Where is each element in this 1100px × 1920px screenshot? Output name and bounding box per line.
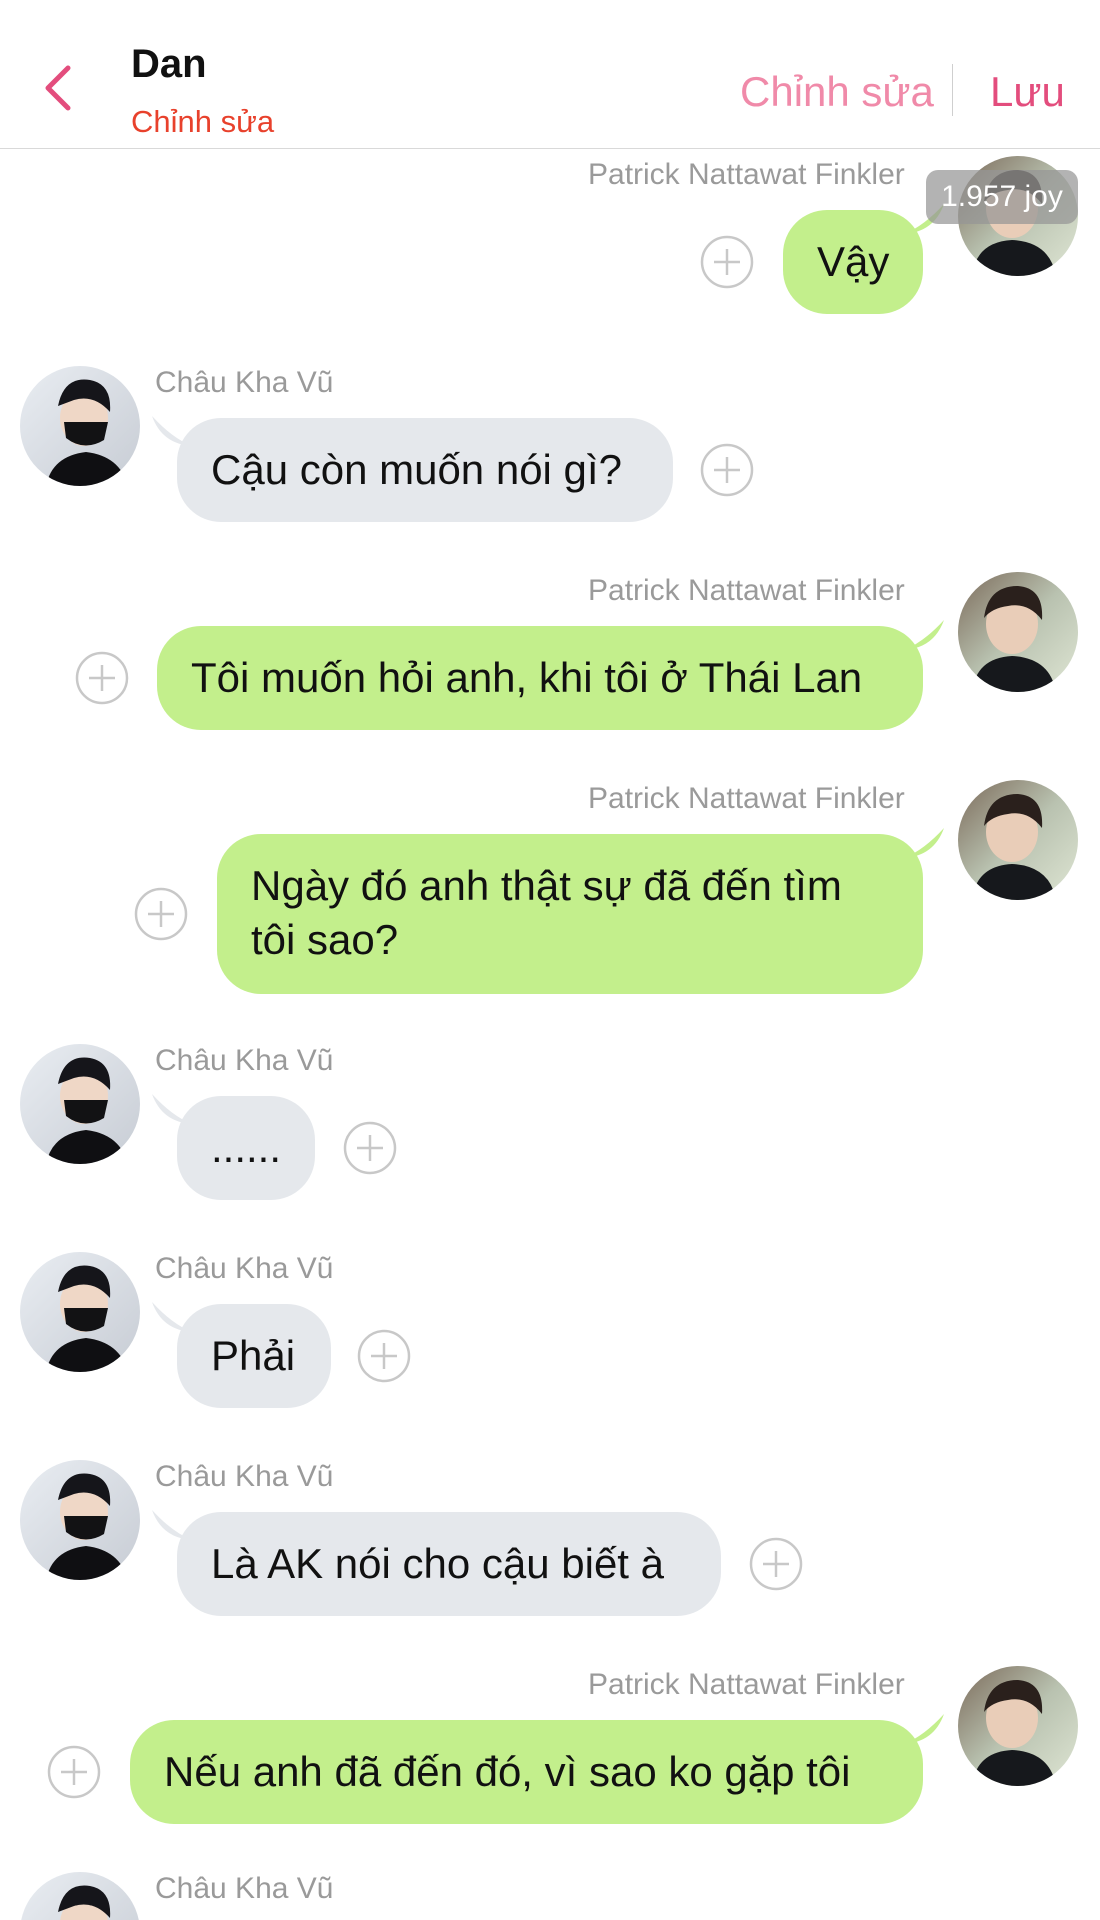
message-incoming: Châu Kha Vũ ...... <box>0 1040 1100 1210</box>
avatar-chau-kha-vu-image <box>20 1252 140 1372</box>
sender-name: Châu Kha Vũ <box>155 366 334 399</box>
avatar-patrick[interactable] <box>958 1666 1078 1786</box>
back-chevron-icon[interactable] <box>38 62 78 114</box>
avatar-chau-kha-vu[interactable] <box>20 366 140 486</box>
message-line: Ngày đó anh thật sự đã đến tìm <box>251 862 842 909</box>
add-reaction-button[interactable] <box>75 651 129 705</box>
message-bubble[interactable]: Tôi muốn hỏi anh, khi tôi ở Thái Lan <box>157 626 923 730</box>
edit-button[interactable]: Chỉnh sửa <box>740 68 934 116</box>
message-bubble[interactable]: Là AK nói cho cậu biết à <box>177 1512 721 1616</box>
avatar-chau-kha-vu[interactable] <box>20 1460 140 1580</box>
add-reaction-button[interactable] <box>343 1121 397 1175</box>
message-bubble[interactable]: ...... <box>177 1096 315 1200</box>
add-reaction-button[interactable] <box>47 1745 101 1799</box>
header-divider <box>952 64 953 116</box>
sender-name: Patrick Nattawat Finkler <box>588 574 905 607</box>
sender-name: Châu Kha Vũ <box>155 1460 334 1493</box>
message-bubble[interactable]: Ngày đó anh thật sự đã đến tìm tôi sao? <box>217 834 923 994</box>
joy-count-badge: 1.957 joy <box>926 170 1078 224</box>
message-outgoing: Patrick Nattawat Finkler Ngày đó anh thậ… <box>0 774 1100 1004</box>
add-reaction-button[interactable] <box>134 887 188 941</box>
message-outgoing: Patrick Nattawat Finkler Tôi muốn hỏi an… <box>0 566 1100 736</box>
avatar-chau-kha-vu-image <box>20 1044 140 1164</box>
add-reaction-button[interactable] <box>357 1329 411 1383</box>
sender-name: Châu Kha Vũ <box>155 1044 334 1077</box>
chat-title: Dan <box>131 42 207 86</box>
sender-name: Châu Kha Vũ <box>155 1872 334 1905</box>
sender-name: Patrick Nattawat Finkler <box>588 1668 905 1701</box>
message-line: tôi sao? <box>251 916 399 963</box>
avatar-chau-kha-vu[interactable] <box>20 1252 140 1372</box>
message-incoming: Châu Kha Vũ Là AK nói cho cậu biết à <box>0 1456 1100 1626</box>
message-bubble[interactable]: Phải <box>177 1304 331 1408</box>
message-incoming: Châu Kha Vũ <box>0 1868 1100 1920</box>
avatar-chau-kha-vu-image <box>20 1460 140 1580</box>
sender-name: Châu Kha Vũ <box>155 1252 334 1285</box>
message-bubble[interactable]: Nếu anh đã đến đó, vì sao ko gặp tôi <box>130 1720 923 1824</box>
avatar-patrick-image <box>958 1666 1078 1786</box>
add-reaction-button[interactable] <box>700 443 754 497</box>
message-outgoing: Patrick Nattawat Finkler Nếu anh đã đến … <box>0 1660 1100 1830</box>
avatar-patrick[interactable] <box>958 572 1078 692</box>
add-reaction-button[interactable] <box>700 235 754 289</box>
avatar-chau-kha-vu-image <box>20 1872 140 1920</box>
add-reaction-button[interactable] <box>749 1537 803 1591</box>
message-bubble[interactable]: Cậu còn muốn nói gì? <box>177 418 673 522</box>
message-bubble[interactable]: Vậy <box>783 210 923 314</box>
sender-name: Patrick Nattawat Finkler <box>588 158 905 191</box>
message-incoming: Châu Kha Vũ Phải <box>0 1248 1100 1418</box>
save-button[interactable]: Lưu <box>990 68 1065 116</box>
sender-name: Patrick Nattawat Finkler <box>588 782 905 815</box>
avatar-chau-kha-vu[interactable] <box>20 1044 140 1164</box>
avatar-patrick[interactable] <box>958 780 1078 900</box>
chat-header: Dan Chỉnh sửa Chỉnh sửa Lưu <box>0 0 1100 149</box>
message-incoming: Châu Kha Vũ Cậu còn muốn nói gì? <box>0 362 1100 532</box>
avatar-patrick-image <box>958 780 1078 900</box>
avatar-chau-kha-vu[interactable] <box>20 1872 140 1920</box>
avatar-chau-kha-vu-image <box>20 366 140 486</box>
chat-subtitle: Chỉnh sửa <box>131 104 275 139</box>
avatar-patrick-image <box>958 572 1078 692</box>
